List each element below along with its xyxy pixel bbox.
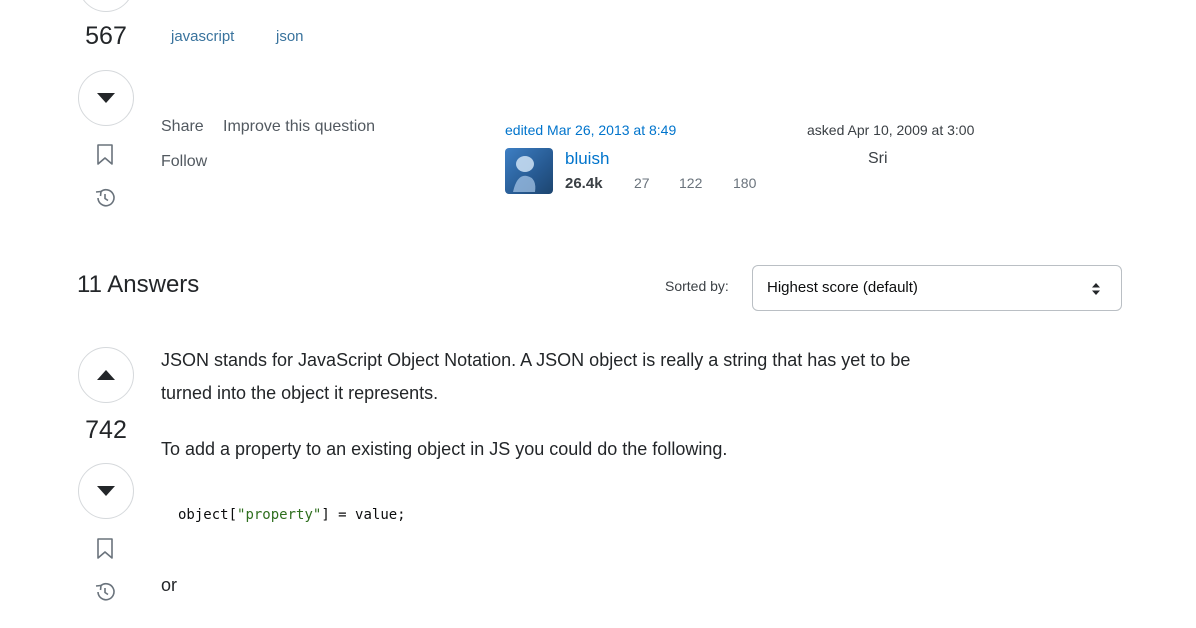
answer-paragraph-1-line-1: JSON stands for JavaScript Object Notati… xyxy=(161,350,911,370)
sorted-by-label: Sorted by: xyxy=(665,278,729,294)
question-bookmark-button[interactable] xyxy=(96,144,114,166)
answer-paragraph-2: To add a property to an existing object … xyxy=(161,439,728,459)
answer-upvote-button[interactable] xyxy=(78,347,134,403)
answer-history-button[interactable] xyxy=(93,580,117,604)
share-link[interactable]: Share xyxy=(161,118,204,136)
editor-avatar[interactable] xyxy=(505,148,553,194)
editor-reputation: 26.4k xyxy=(565,175,603,192)
answer-paragraph-1-line-2: turned into the object it represents. xyxy=(161,383,439,403)
improve-question-link[interactable]: Improve this question xyxy=(223,118,375,136)
answer-bookmark-button[interactable] xyxy=(96,538,114,560)
editor-bronze-badges: 180 xyxy=(733,175,757,191)
question-downvote-button[interactable] xyxy=(78,70,134,126)
editor-gold-badges: 27 xyxy=(634,175,650,191)
arrow-up-icon xyxy=(97,370,115,380)
code-prefix: object[ xyxy=(178,507,238,523)
asked-date: asked Apr 10, 2009 at 3:00 xyxy=(807,122,975,138)
question-history-button[interactable] xyxy=(93,186,117,210)
arrow-down-icon xyxy=(97,486,115,496)
sort-select[interactable]: Highest score (default) xyxy=(752,265,1122,311)
answer-paragraph-3: or xyxy=(161,575,178,595)
code-suffix: ] = value; xyxy=(321,507,406,523)
editor-silver-badges: 122 xyxy=(679,175,703,191)
bookmark-icon xyxy=(97,144,113,165)
answer-score: 742 xyxy=(85,416,127,444)
question-score: 567 xyxy=(85,22,127,50)
follow-link[interactable]: Follow xyxy=(161,153,207,171)
sort-select-value: Highest score (default) xyxy=(767,279,918,296)
asker-username[interactable]: Sri xyxy=(868,150,888,168)
bookmark-icon xyxy=(97,538,113,559)
answer-code-block: object["property"] = value; xyxy=(178,507,406,523)
edited-date-link[interactable]: edited Mar 26, 2013 at 8:49 xyxy=(505,122,676,138)
history-icon xyxy=(95,582,115,601)
editor-username[interactable]: bluish xyxy=(565,149,609,169)
question-upvote-button[interactable] xyxy=(78,0,134,12)
tag-javascript[interactable]: javascript xyxy=(171,28,234,45)
tag-json[interactable]: json xyxy=(276,28,304,45)
select-caret-icon xyxy=(1091,281,1101,302)
answer-downvote-button[interactable] xyxy=(78,463,134,519)
code-string: "property" xyxy=(237,507,322,523)
answers-count-heading: 11 Answers xyxy=(77,271,200,298)
arrow-down-icon xyxy=(97,93,115,103)
history-icon xyxy=(95,188,115,207)
